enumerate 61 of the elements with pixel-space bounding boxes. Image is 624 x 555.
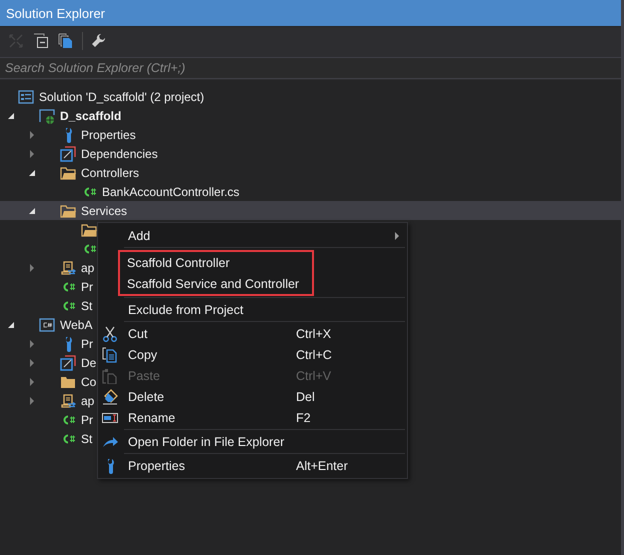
tree-item-label[interactable]: ap: [81, 394, 94, 408]
solution-icon: [18, 88, 34, 104]
tree-item-label[interactable]: ap: [81, 260, 94, 274]
collapse-all-button[interactable]: [31, 30, 51, 50]
collapsed-arrow-icon[interactable]: [28, 378, 36, 386]
tree-item-label[interactable]: BankAccountController.cs: [102, 184, 240, 198]
config-file-icon: [60, 260, 76, 276]
paste-icon: [102, 368, 118, 384]
tree-item-label[interactable]: D_scaffold: [60, 108, 122, 122]
tree-item-label[interactable]: Controllers: [81, 166, 140, 180]
tree-item-label[interactable]: Co: [81, 374, 96, 388]
menu-item[interactable]: Exclude from Project: [98, 299, 407, 320]
expanded-arrow-icon[interactable]: [28, 206, 36, 214]
menu-item[interactable]: Scaffold Controller: [120, 252, 312, 273]
expanded-arrow-icon[interactable]: [7, 112, 15, 120]
expanded-arrow-icon[interactable]: [28, 168, 36, 176]
tree-item-label[interactable]: Services: [81, 204, 128, 218]
tree-item-label[interactable]: St: [81, 298, 92, 312]
menu-item[interactable]: Copy Ctrl+C: [98, 344, 407, 365]
menu-item[interactable]: Cut Ctrl+X: [98, 323, 407, 344]
tree-item-label[interactable]: Pr: [81, 412, 93, 426]
expanded-arrow-icon[interactable]: [7, 320, 15, 328]
search-field[interactable]: Search Solution Explorer (Ctrl+;): [0, 58, 621, 78]
tree-item-label[interactable]: St: [81, 432, 92, 446]
globe-project-icon: [39, 108, 55, 124]
menu-item[interactable]: Properties Alt+Enter: [98, 455, 407, 476]
collapsed-arrow-icon[interactable]: [28, 358, 36, 366]
panel-title: Solution Explorer: [0, 0, 621, 26]
collapsed-arrow-icon[interactable]: [28, 264, 36, 272]
collapsed-arrow-icon[interactable]: [28, 340, 36, 348]
collapse-all-icon: [33, 32, 49, 48]
dependencies-icon: [60, 146, 76, 162]
eraser-icon: [102, 388, 118, 404]
tree-item-label[interactable]: Solution 'D_scaffold' (2 project): [39, 90, 204, 104]
tree-item-label[interactable]: De: [81, 356, 96, 370]
sync-icon: [8, 32, 24, 48]
menu-item[interactable]: Scaffold Service and Controller: [120, 273, 312, 294]
submenu-arrow-icon: [395, 232, 399, 240]
menu-item[interactable]: Delete Del: [98, 386, 407, 407]
config-file-icon: [60, 392, 76, 408]
menu-item[interactable]: Open Folder in File Explorer: [98, 431, 407, 452]
collapsed-arrow-icon[interactable]: [28, 130, 36, 138]
tree-item-label[interactable]: WebA: [60, 318, 92, 332]
collapsed-arrow-icon[interactable]: [28, 150, 36, 158]
dependencies-icon: [60, 354, 76, 370]
collapsed-arrow-icon[interactable]: [28, 396, 36, 404]
menu-item[interactable]: Add: [98, 225, 407, 246]
copy-icon: [102, 346, 118, 362]
folder-icon: [60, 164, 76, 180]
tree-item-label[interactable]: Dependencies: [81, 146, 158, 160]
csharp-project-icon: [39, 316, 55, 332]
selected-row[interactable]: Services: [0, 201, 621, 220]
tree-item-label[interactable]: Pr: [81, 336, 93, 350]
folder-icon: [60, 202, 76, 218]
menu-item[interactable]: Rename F2: [98, 407, 407, 428]
tree-item-label[interactable]: Properties: [81, 128, 136, 142]
wrench-icon: [91, 32, 107, 48]
scissors-icon: [102, 326, 118, 342]
tree-item-label[interactable]: Pr: [81, 280, 93, 294]
folder-icon: [81, 222, 97, 238]
show-all-files-icon: [58, 32, 74, 48]
